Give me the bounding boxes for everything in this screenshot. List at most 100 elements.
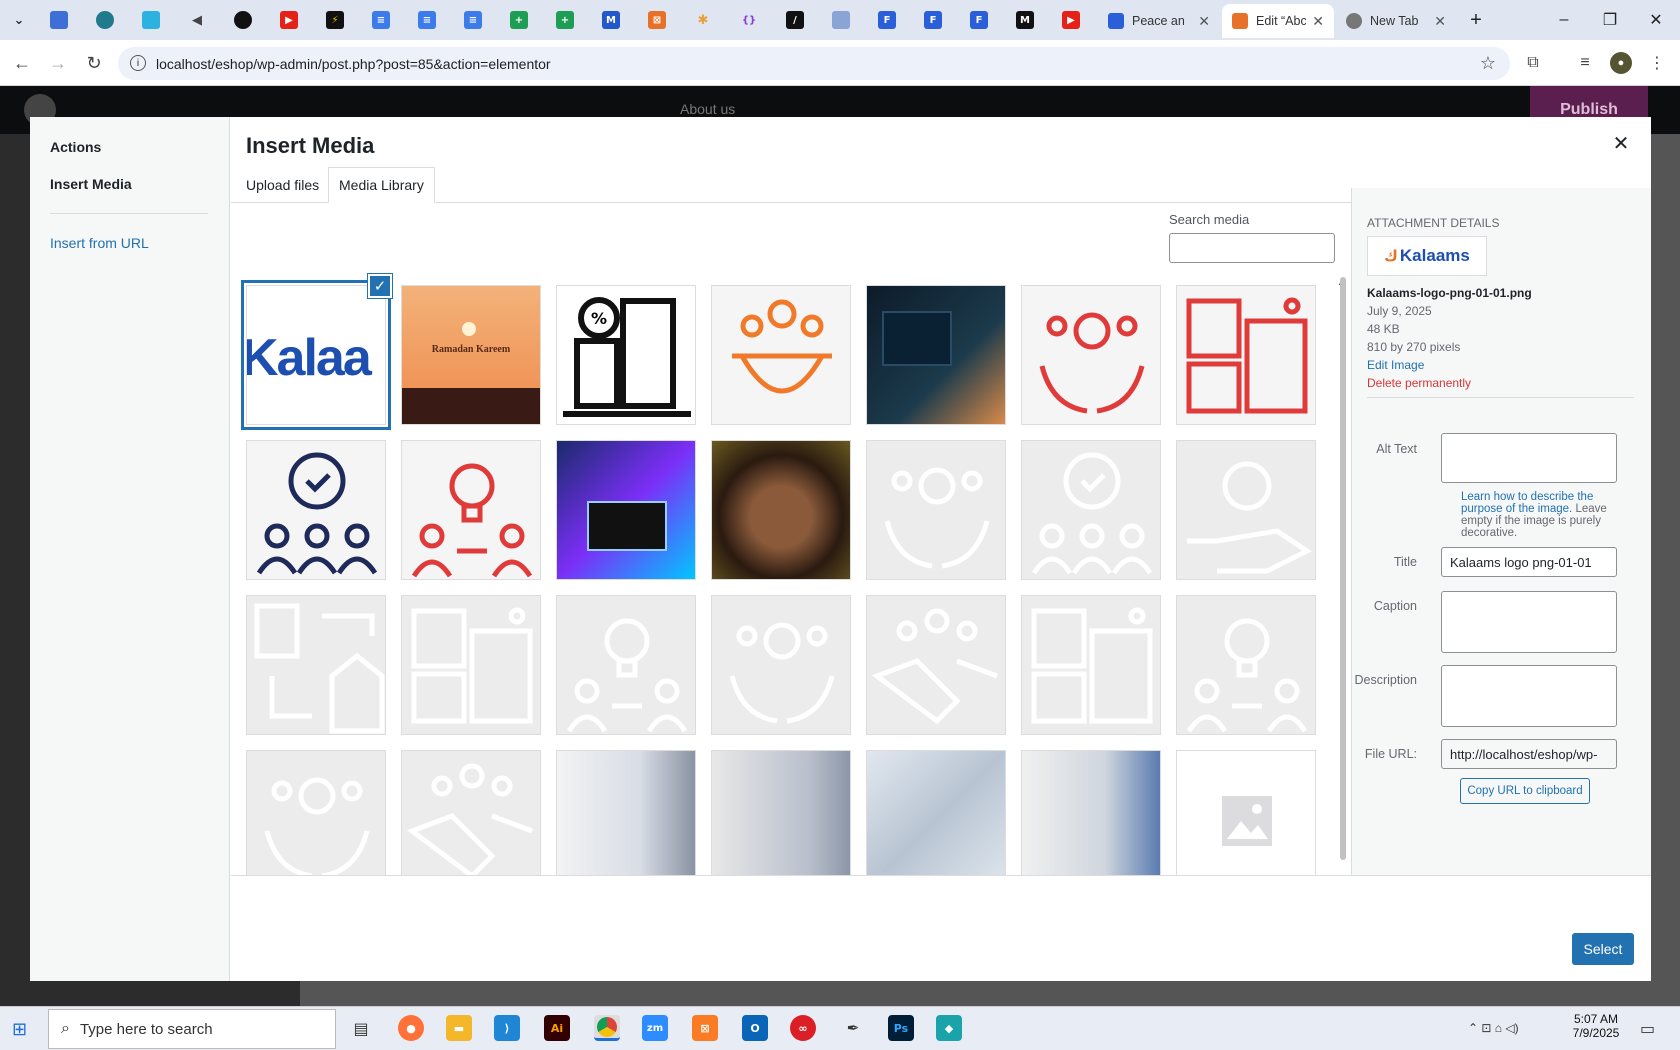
pinned-tab-icon[interactable] <box>96 11 114 29</box>
alt-text-field[interactable] <box>1441 433 1617 483</box>
taskbar-search[interactable]: ⌕ Type here to search <box>48 1009 336 1049</box>
media-thumbnail-faded-dark-photo[interactable] <box>711 750 851 890</box>
pen-tool-icon[interactable]: ✒ <box>840 1015 866 1041</box>
media-thumbnail-robot-laptop-photo[interactable] <box>556 440 696 580</box>
docs-tab-icon[interactable]: ≡ <box>372 11 390 29</box>
page-selector[interactable]: About us <box>680 101 735 117</box>
file-url-field[interactable]: http://localhost/eshop/wp- <box>1441 739 1617 769</box>
firefox-icon[interactable]: ● <box>398 1015 424 1041</box>
menu-insert-from-url[interactable]: Insert from URL <box>50 235 149 251</box>
media-thumbnail-faded-network-photo[interactable] <box>1021 750 1161 890</box>
docs-tab-icon[interactable]: ≡ <box>464 11 482 29</box>
copy-url-button[interactable]: Copy URL to clipboard <box>1460 778 1590 804</box>
media-thumbnail-placeholder-hands-gear[interactable] <box>246 750 386 890</box>
media-controls-icon[interactable]: ≡ <box>1574 52 1596 74</box>
media-thumbnail-placeholder-building[interactable] <box>246 595 386 735</box>
tray-icons[interactable]: ⌃ ⊡ ⌂ ◁) <box>1468 1021 1519 1035</box>
media-thumbnail-award-team-icon[interactable] <box>246 440 386 580</box>
tab-new-tab[interactable]: New Tab ✕ <box>1336 4 1456 38</box>
menu-insert-media[interactable]: Insert Media <box>50 176 132 192</box>
media-thumbnail-ramadan[interactable]: Ramadan Kareem <box>401 285 541 425</box>
pinned-tab-icon[interactable]: ⚡ <box>326 11 344 29</box>
sheets-tab-icon[interactable]: + <box>510 11 528 29</box>
media-thumbnail-woman-photo[interactable] <box>711 440 851 580</box>
media-thumbnail-faded-tech-photo[interactable] <box>866 750 1006 890</box>
delete-permanently-link[interactable]: Delete permanently <box>1367 376 1471 390</box>
tab-search-icon[interactable]: ⌄ <box>10 11 28 29</box>
forward-icon[interactable]: → <box>46 51 70 75</box>
profile-avatar[interactable]: ● <box>1610 52 1632 74</box>
caption-field[interactable] <box>1441 591 1617 653</box>
media-thumbnail-placeholder-idea[interactable] <box>556 595 696 735</box>
close-icon[interactable]: ✕ <box>1434 13 1446 30</box>
media-thumbnail-placeholder-hand-gear[interactable] <box>1176 440 1316 580</box>
file-explorer-icon[interactable]: ▬ <box>446 1015 472 1041</box>
media-thumbnail-coder-photo[interactable] <box>866 285 1006 425</box>
select-button[interactable]: Select <box>1572 933 1634 965</box>
description-field[interactable] <box>1441 665 1617 727</box>
pinned-tab-icon[interactable]: F <box>970 11 988 29</box>
media-thumbnail-placeholder-handshake[interactable] <box>866 595 1006 735</box>
menu-icon[interactable]: ⋮ <box>1646 52 1668 74</box>
photoshop-icon[interactable]: Ps <box>888 1015 914 1041</box>
maximize-button[interactable]: ❐ <box>1588 6 1632 34</box>
tab-peace[interactable]: Peace an ✕ <box>1098 4 1220 38</box>
pinned-tab-icon[interactable]: M <box>602 11 620 29</box>
pinned-tab-icon[interactable]: / <box>786 11 804 29</box>
media-thumbnail-faded-hand-photo[interactable] <box>556 750 696 890</box>
media-thumbnail-building-icon[interactable]: % <box>556 285 696 425</box>
title-field[interactable]: Kalaams logo png-01-01 <box>1441 547 1617 577</box>
media-thumbnail-placeholder-idea[interactable] <box>1176 595 1316 735</box>
tab-edit-about[interactable]: Edit “Abc ✕ <box>1222 4 1334 38</box>
new-tab-button[interactable]: + <box>1454 6 1498 34</box>
youtube-tab-icon[interactable]: ▶ <box>1062 11 1080 29</box>
close-icon[interactable]: ✕ <box>1312 13 1324 30</box>
selected-check-icon[interactable]: ✓ <box>368 274 392 298</box>
media-thumbnail-placeholder-hands[interactable] <box>866 440 1006 580</box>
media-thumbnail-placeholder-award[interactable] <box>1021 440 1161 580</box>
pinned-tab-icon[interactable]: M <box>1016 11 1034 29</box>
minimize-button[interactable]: – <box>1542 6 1586 34</box>
sheets-tab-icon[interactable]: + <box>556 11 574 29</box>
reload-icon[interactable]: ↻ <box>82 51 106 75</box>
creative-cloud-icon[interactable]: ∞ <box>790 1015 816 1041</box>
media-thumbnail-placeholder-hands-gear[interactable] <box>711 595 851 735</box>
pinned-tab-icon[interactable]: {} <box>740 11 758 29</box>
pinned-tab-icon[interactable]: F <box>878 11 896 29</box>
close-icon[interactable]: ✕ <box>1607 129 1635 157</box>
tab-media-library[interactable]: Media Library <box>328 167 435 203</box>
pinned-tab-icon[interactable]: F <box>924 11 942 29</box>
media-thumbnail-team-gear-icon[interactable] <box>711 285 851 425</box>
vscode-icon[interactable]: ⟩ <box>494 1015 520 1041</box>
pinned-tab-icon[interactable]: ✱ <box>694 11 712 29</box>
media-thumbnail-puzzle-icon[interactable] <box>1176 285 1316 425</box>
tab-upload-files[interactable]: Upload files <box>236 167 329 203</box>
illustrator-icon[interactable]: Ai <box>544 1015 570 1041</box>
close-icon[interactable]: ✕ <box>1198 13 1210 30</box>
docs-tab-icon[interactable]: ≡ <box>418 11 436 29</box>
media-thumbnail-placeholder-puzzle[interactable] <box>1021 595 1161 735</box>
app-icon[interactable]: ◆ <box>936 1015 962 1041</box>
media-thumbnail-idea-transfer-icon[interactable] <box>401 440 541 580</box>
pinned-tab-icon[interactable]: ⊠ <box>648 11 666 29</box>
zoom-icon[interactable]: zm <box>642 1015 668 1041</box>
media-thumbnail-image-placeholder[interactable] <box>1176 750 1316 890</box>
media-thumbnail-hands-gear-icon[interactable] <box>1021 285 1161 425</box>
windows-start-icon[interactable]: ⊞ <box>12 1019 32 1039</box>
back-icon[interactable]: ← <box>10 51 34 75</box>
clock[interactable]: 5:07 AM 7/9/2025 <box>1568 1012 1624 1040</box>
pinned-tab-icon[interactable] <box>142 11 160 29</box>
pinned-tab-icon[interactable] <box>50 11 68 29</box>
chrome-icon[interactable] <box>594 1015 620 1041</box>
task-view-icon[interactable]: ▤ <box>348 1015 374 1041</box>
outlook-icon[interactable]: O <box>742 1015 768 1041</box>
bookmark-star-icon[interactable]: ☆ <box>1480 53 1496 74</box>
extensions-icon[interactable]: ⧉ <box>1522 52 1544 74</box>
address-bar[interactable]: i localhost/eshop/wp-admin/post.php?post… <box>118 47 1510 80</box>
xampp-icon[interactable]: ⊠ <box>692 1015 718 1041</box>
media-thumbnail-placeholder-puzzle[interactable] <box>401 595 541 735</box>
youtube-tab-icon[interactable]: ▶ <box>280 11 298 29</box>
media-thumbnail-placeholder-handshake[interactable] <box>401 750 541 890</box>
pinned-tab-icon[interactable] <box>832 11 850 29</box>
site-info-icon[interactable]: i <box>130 55 146 71</box>
